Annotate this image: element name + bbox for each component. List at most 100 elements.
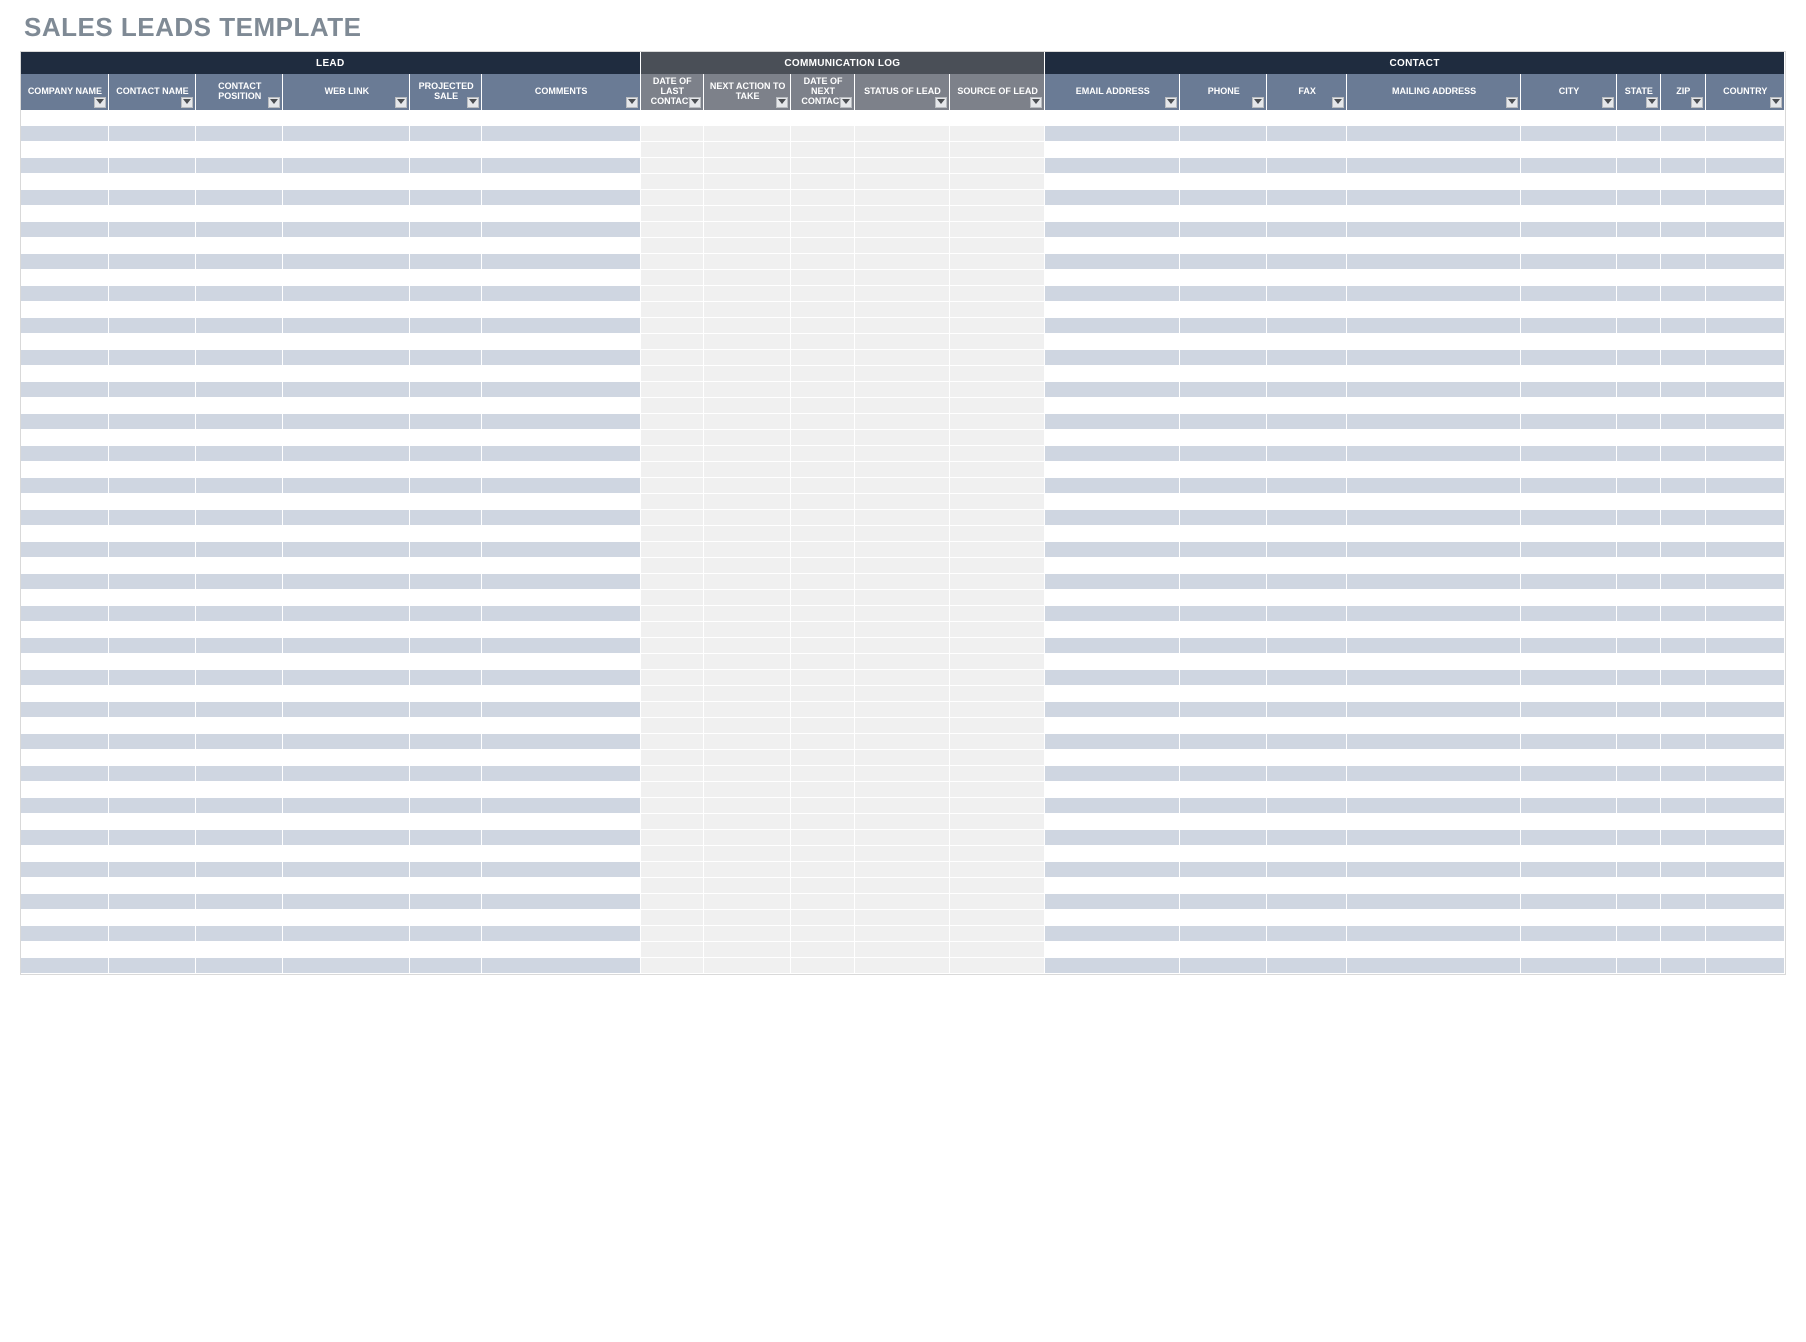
cell-next_action[interactable]	[704, 430, 791, 446]
cell-zip[interactable]	[1661, 238, 1705, 254]
cell-contact_position[interactable]	[196, 190, 283, 206]
cell-source[interactable]	[950, 958, 1045, 974]
cell-source[interactable]	[950, 670, 1045, 686]
cell-comments[interactable]	[481, 206, 640, 222]
cell-city[interactable]	[1521, 238, 1616, 254]
cell-city[interactable]	[1521, 302, 1616, 318]
cell-city[interactable]	[1521, 590, 1616, 606]
cell-country[interactable]	[1705, 398, 1784, 414]
cell-next_action[interactable]	[704, 494, 791, 510]
cell-mailing[interactable]	[1346, 958, 1521, 974]
cell-company_name[interactable]	[21, 414, 108, 430]
cell-country[interactable]	[1705, 174, 1784, 190]
cell-status[interactable]	[854, 830, 949, 846]
cell-status[interactable]	[854, 766, 949, 782]
cell-web_link[interactable]	[283, 238, 410, 254]
cell-status[interactable]	[854, 158, 949, 174]
cell-email[interactable]	[1045, 254, 1180, 270]
cell-projected_sale[interactable]	[410, 622, 481, 638]
cell-mailing[interactable]	[1346, 782, 1521, 798]
cell-next_action[interactable]	[704, 606, 791, 622]
cell-contact_name[interactable]	[108, 894, 195, 910]
cell-next_action[interactable]	[704, 926, 791, 942]
cell-date_last[interactable]	[640, 126, 703, 142]
cell-company_name[interactable]	[21, 958, 108, 974]
cell-state[interactable]	[1616, 814, 1660, 830]
cell-date_last[interactable]	[640, 318, 703, 334]
cell-date_last[interactable]	[640, 958, 703, 974]
cell-email[interactable]	[1045, 142, 1180, 158]
cell-source[interactable]	[950, 190, 1045, 206]
cell-mailing[interactable]	[1346, 398, 1521, 414]
cell-mailing[interactable]	[1346, 142, 1521, 158]
cell-web_link[interactable]	[283, 286, 410, 302]
cell-projected_sale[interactable]	[410, 366, 481, 382]
column-header-phone[interactable]: PHONE	[1180, 74, 1267, 110]
cell-fax[interactable]	[1267, 830, 1346, 846]
cell-phone[interactable]	[1180, 782, 1267, 798]
cell-company_name[interactable]	[21, 558, 108, 574]
cell-source[interactable]	[950, 302, 1045, 318]
cell-projected_sale[interactable]	[410, 510, 481, 526]
cell-company_name[interactable]	[21, 686, 108, 702]
cell-email[interactable]	[1045, 158, 1180, 174]
cell-contact_position[interactable]	[196, 958, 283, 974]
cell-city[interactable]	[1521, 814, 1616, 830]
cell-status[interactable]	[854, 126, 949, 142]
cell-source[interactable]	[950, 526, 1045, 542]
cell-date_last[interactable]	[640, 798, 703, 814]
cell-projected_sale[interactable]	[410, 222, 481, 238]
cell-date_next[interactable]	[791, 846, 854, 862]
cell-city[interactable]	[1521, 734, 1616, 750]
cell-source[interactable]	[950, 446, 1045, 462]
cell-comments[interactable]	[481, 382, 640, 398]
cell-contact_name[interactable]	[108, 942, 195, 958]
cell-state[interactable]	[1616, 382, 1660, 398]
cell-contact_position[interactable]	[196, 366, 283, 382]
table-row[interactable]	[21, 462, 1785, 478]
cell-state[interactable]	[1616, 926, 1660, 942]
cell-contact_position[interactable]	[196, 814, 283, 830]
cell-fax[interactable]	[1267, 398, 1346, 414]
cell-phone[interactable]	[1180, 814, 1267, 830]
cell-next_action[interactable]	[704, 542, 791, 558]
cell-date_last[interactable]	[640, 334, 703, 350]
cell-company_name[interactable]	[21, 158, 108, 174]
cell-phone[interactable]	[1180, 142, 1267, 158]
cell-contact_name[interactable]	[108, 366, 195, 382]
cell-phone[interactable]	[1180, 654, 1267, 670]
cell-source[interactable]	[950, 318, 1045, 334]
cell-email[interactable]	[1045, 526, 1180, 542]
cell-source[interactable]	[950, 254, 1045, 270]
cell-state[interactable]	[1616, 526, 1660, 542]
cell-country[interactable]	[1705, 126, 1784, 142]
column-header-mailing[interactable]: MAILING ADDRESS	[1346, 74, 1521, 110]
cell-city[interactable]	[1521, 574, 1616, 590]
cell-mailing[interactable]	[1346, 558, 1521, 574]
cell-date_next[interactable]	[791, 606, 854, 622]
cell-city[interactable]	[1521, 318, 1616, 334]
cell-source[interactable]	[950, 494, 1045, 510]
cell-state[interactable]	[1616, 478, 1660, 494]
cell-company_name[interactable]	[21, 782, 108, 798]
cell-phone[interactable]	[1180, 302, 1267, 318]
cell-projected_sale[interactable]	[410, 446, 481, 462]
cell-status[interactable]	[854, 638, 949, 654]
cell-company_name[interactable]	[21, 430, 108, 446]
cell-web_link[interactable]	[283, 190, 410, 206]
cell-phone[interactable]	[1180, 542, 1267, 558]
cell-date_last[interactable]	[640, 206, 703, 222]
cell-company_name[interactable]	[21, 894, 108, 910]
cell-phone[interactable]	[1180, 270, 1267, 286]
cell-date_next[interactable]	[791, 670, 854, 686]
cell-state[interactable]	[1616, 686, 1660, 702]
cell-comments[interactable]	[481, 590, 640, 606]
cell-state[interactable]	[1616, 142, 1660, 158]
cell-status[interactable]	[854, 606, 949, 622]
cell-phone[interactable]	[1180, 446, 1267, 462]
cell-source[interactable]	[950, 142, 1045, 158]
cell-zip[interactable]	[1661, 350, 1705, 366]
cell-company_name[interactable]	[21, 622, 108, 638]
cell-mailing[interactable]	[1346, 110, 1521, 126]
cell-fax[interactable]	[1267, 702, 1346, 718]
